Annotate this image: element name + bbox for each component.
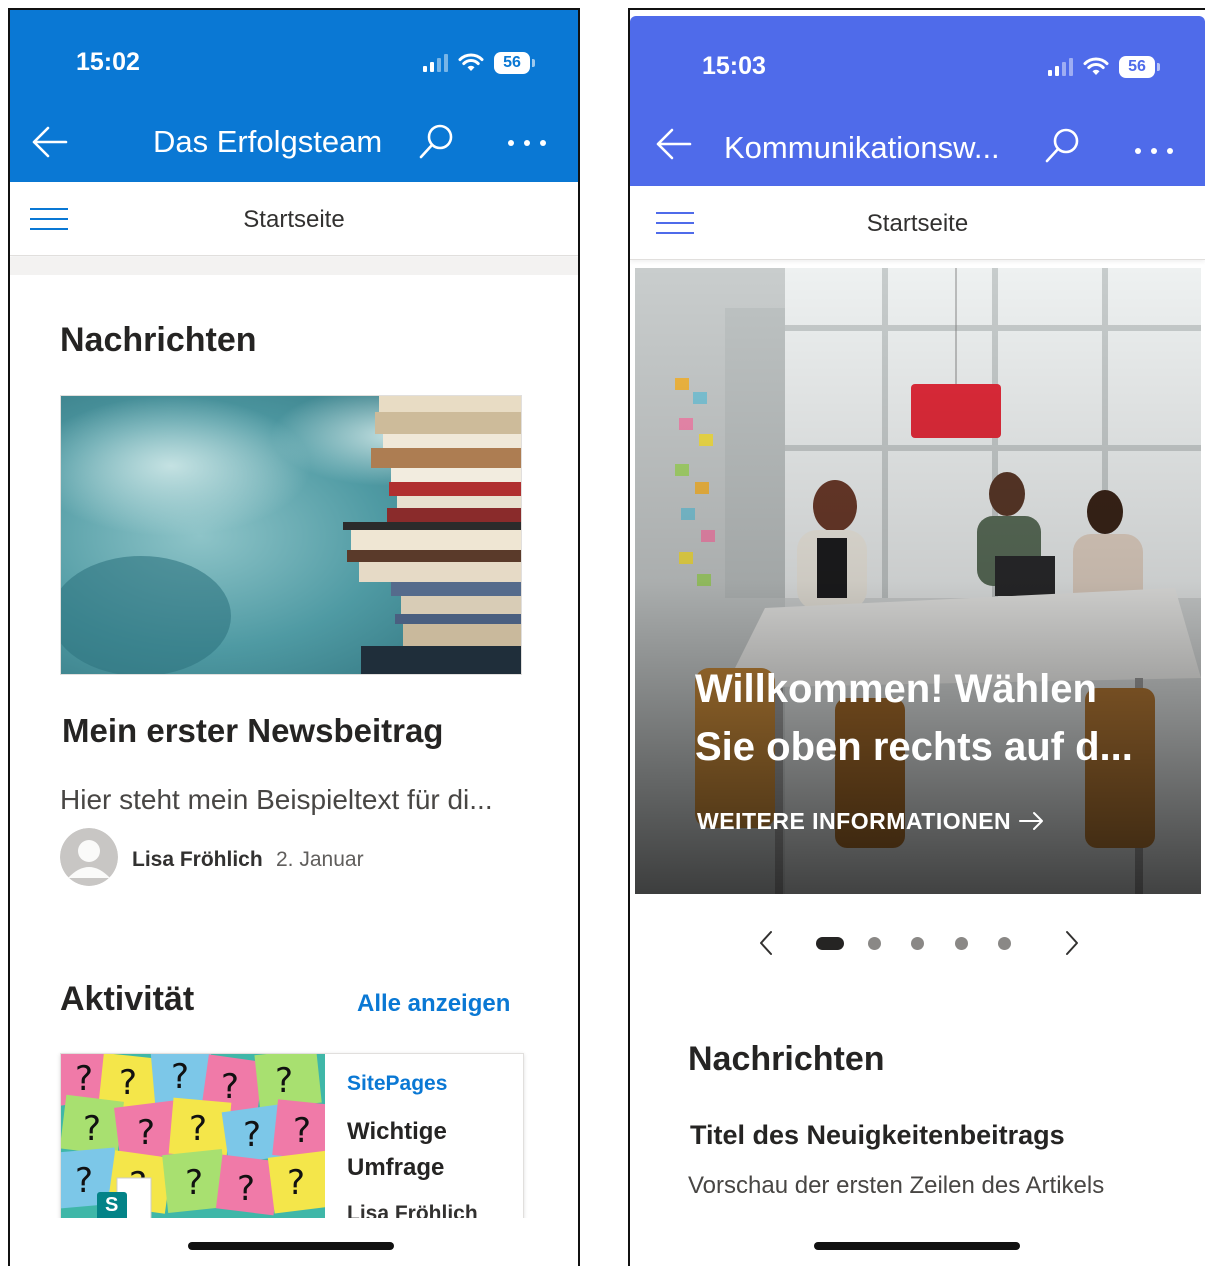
carousel-dot-5[interactable] (998, 937, 1011, 950)
news-thumbnail-image[interactable] (60, 395, 522, 675)
activity-heading: Aktivität (60, 980, 195, 1018)
status-icons: 56 (423, 50, 535, 76)
activity-card[interactable]: ??? ??? ??? ??? ??? S SitePages Wichtige… (60, 1053, 524, 1223)
svg-text:?: ? (243, 1115, 261, 1155)
svg-text:?: ? (287, 1163, 305, 1203)
more-icon[interactable] (508, 140, 546, 146)
carousel-dot-3[interactable] (911, 937, 924, 950)
wifi-icon (458, 53, 484, 71)
signal-icon (423, 54, 448, 72)
avatar (60, 828, 118, 886)
svg-text:?: ? (75, 1059, 93, 1099)
nav-current-page: Startseite (866, 210, 969, 237)
status-time: 15:03 (702, 52, 766, 80)
chevron-right-icon[interactable] (1060, 928, 1084, 958)
svg-text:?: ? (185, 1163, 203, 1203)
chevron-left-icon[interactable] (754, 928, 778, 958)
svg-text:?: ? (221, 1067, 239, 1107)
news-post-title[interactable]: Mein erster Newsbeitrag (62, 712, 443, 750)
svg-text:?: ? (293, 1111, 311, 1151)
back-arrow-icon[interactable] (654, 126, 694, 162)
divider (10, 257, 578, 275)
news-post-preview: Hier steht mein Beispieltext für di... (60, 784, 493, 815)
left-phone-screen: 15:02 56 Das Erfolgsteam Startseite Nach… (8, 8, 580, 1266)
home-indicator[interactable] (188, 1242, 394, 1250)
svg-text:?: ? (189, 1109, 207, 1149)
home-indicator[interactable] (814, 1242, 1020, 1250)
carousel-pager (630, 928, 1205, 958)
carousel-dot-2[interactable] (868, 937, 881, 950)
hero-carousel-slide[interactable]: Willkommen! Wählen Sie oben rechts auf d… (635, 268, 1201, 894)
hero-more-link-label: WEITERE INFORMATIONEN (697, 808, 1012, 834)
activity-card-title[interactable]: Wichtige Umfrage (347, 1114, 517, 1186)
battery-icon: 56 (494, 52, 535, 74)
back-arrow-icon[interactable] (30, 124, 70, 160)
app-header: 15:03 56 Kommunikationsw... (630, 16, 1205, 186)
signal-icon (1048, 58, 1073, 76)
app-header: 15:02 56 Das Erfolgsteam (10, 10, 578, 182)
site-title: Kommunikationsw... (724, 130, 1000, 165)
carousel-dot-1[interactable] (816, 937, 844, 950)
site-title: Das Erfolgsteam (153, 124, 383, 159)
news-heading: Nachrichten (688, 1040, 885, 1078)
svg-text:?: ? (83, 1109, 101, 1149)
news-post-preview: Vorschau der ersten Zeilen des Artikels (688, 1172, 1105, 1199)
see-all-link[interactable]: Alle anzeigen (357, 990, 510, 1018)
hero-more-link[interactable]: WEITERE INFORMATIONEN (697, 808, 1046, 835)
author-name: Lisa Fröhlich (132, 848, 263, 871)
carousel-dot-4[interactable] (955, 937, 968, 950)
more-icon[interactable] (1135, 148, 1173, 154)
svg-text:?: ? (75, 1161, 93, 1201)
status-time: 15:02 (76, 48, 140, 76)
right-phone-screen: 15:03 56 Kommunikationsw... Startseite W… (628, 8, 1205, 1266)
post-date: 2. Januar (276, 848, 364, 871)
svg-text:?: ? (137, 1113, 155, 1153)
svg-text:?: ? (237, 1169, 255, 1209)
search-icon[interactable] (416, 122, 456, 162)
site-navigation-bar: Startseite (630, 186, 1205, 260)
hero-headline[interactable]: Willkommen! Wählen Sie oben rechts auf d… (695, 660, 1165, 776)
activity-card-thumbnail: ??? ??? ??? ??? ??? S (61, 1054, 325, 1223)
battery-icon: 56 (1119, 56, 1160, 78)
svg-text:?: ? (119, 1063, 137, 1103)
site-navigation-bar: Startseite (10, 182, 578, 256)
wifi-icon (1083, 57, 1109, 75)
search-icon[interactable] (1042, 126, 1082, 166)
arrow-right-icon (1019, 812, 1044, 830)
news-heading: Nachrichten (60, 321, 257, 359)
nav-current-page: Startseite (243, 206, 345, 233)
hero-background-image (635, 268, 1201, 894)
file-badge-letter: S (105, 1194, 119, 1216)
news-post-title[interactable]: Titel des Neuigkeitenbeitrags (690, 1120, 1065, 1151)
svg-text:?: ? (275, 1061, 293, 1101)
svg-text:?: ? (171, 1057, 189, 1097)
status-icons: 56 (1048, 54, 1160, 80)
activity-card-source[interactable]: SitePages (347, 1072, 447, 1096)
